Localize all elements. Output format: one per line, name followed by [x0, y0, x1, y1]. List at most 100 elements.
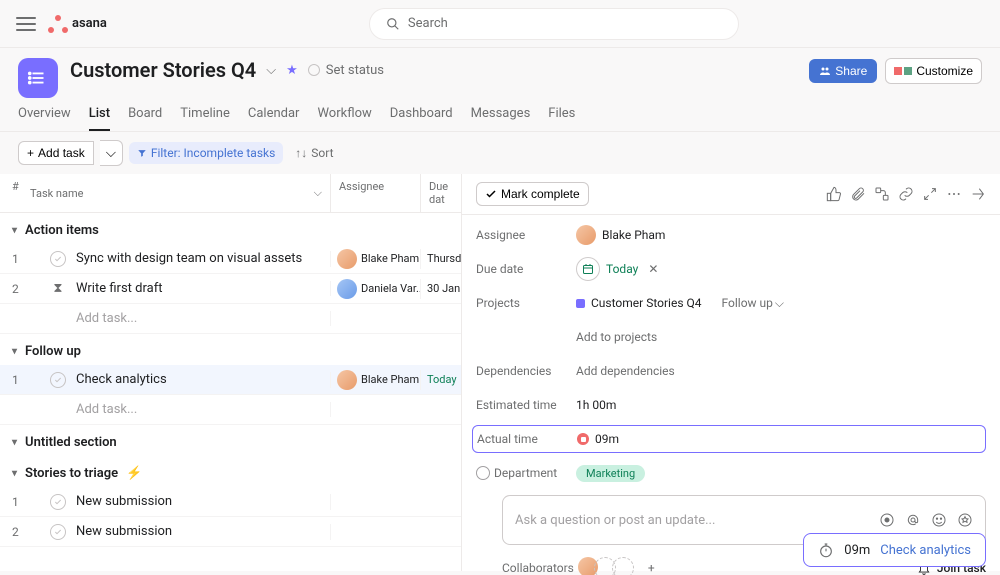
avatar [337, 370, 357, 390]
tab-messages[interactable]: Messages [471, 106, 531, 131]
task-name: New submission [76, 524, 172, 539]
set-status-button[interactable]: Set status [308, 63, 384, 78]
department-tag[interactable]: Marketing [576, 465, 645, 482]
add-to-projects[interactable]: Add to projects [576, 330, 657, 344]
task-row[interactable]: 1 New submission [0, 487, 461, 517]
collaborators-label: Collaborators [502, 561, 574, 575]
row-number: 1 [0, 373, 30, 387]
add-task-row[interactable]: Add task... [0, 395, 461, 425]
collapse-icon: ▾ [12, 437, 17, 448]
emoji-icon[interactable] [931, 512, 947, 528]
chevron-down-icon[interactable]: ⌵ [266, 63, 276, 78]
due-date: 30 Jan [421, 282, 461, 295]
hourglass-icon: ⧗ [50, 281, 66, 296]
complete-checkbox[interactable] [50, 524, 66, 540]
actual-time-value[interactable]: 09m [577, 432, 619, 446]
task-list-pane: # Task name⌵ Assignee Due dat ▾Action it… [0, 174, 462, 571]
complete-checkbox[interactable] [50, 494, 66, 510]
assignee-name: Blake Pham [361, 252, 419, 265]
tab-list[interactable]: List [89, 106, 110, 131]
mark-complete-button[interactable]: Mark complete [476, 182, 589, 206]
customize-button[interactable]: Customize [885, 58, 982, 84]
task-row[interactable]: 1 Sync with design team on visual assets… [0, 244, 461, 274]
label-dependencies: Dependencies [476, 364, 576, 378]
asana-dots-icon [48, 15, 68, 33]
chevron-down-icon[interactable]: ⌵ [314, 186, 322, 200]
attach-icon[interactable] [850, 186, 866, 202]
avatar-placeholder[interactable] [612, 557, 634, 575]
record-icon [577, 433, 589, 445]
task-row[interactable]: 2 New submission [0, 517, 461, 547]
section-dropdown[interactable]: Follow up ⌵ [722, 296, 785, 311]
section-name: Untitled section [25, 435, 117, 450]
complete-checkbox[interactable] [50, 372, 66, 388]
row-number: 1 [0, 252, 30, 266]
col-assignee: Assignee [331, 174, 421, 212]
project-tabs: Overview List Board Timeline Calendar Wo… [0, 98, 1000, 132]
label-estimated: Estimated time [476, 398, 576, 412]
section-name: Stories to triage [25, 466, 118, 481]
timer-value: 09m [844, 543, 870, 558]
add-collaborator[interactable]: + [648, 561, 655, 575]
tab-timeline[interactable]: Timeline [180, 106, 230, 131]
section-header[interactable]: ▾ Untitled section [0, 425, 461, 456]
tab-board[interactable]: Board [128, 106, 162, 131]
assignee-value[interactable]: Blake Pham [576, 225, 665, 245]
collapse-icon: ▾ [12, 346, 17, 357]
timer-task-link[interactable]: Check analytics [880, 543, 971, 558]
tab-files[interactable]: Files [548, 106, 575, 131]
add-task-row[interactable]: Add task... [0, 304, 461, 334]
estimated-value[interactable]: 1h 00m [576, 398, 616, 412]
task-detail-pane: Mark complete Assignee Blake Pham Due da… [462, 174, 1000, 571]
stopwatch-icon [818, 542, 834, 558]
logo[interactable]: asana [48, 15, 107, 33]
section-name: Follow up [25, 344, 81, 359]
mention-icon[interactable] [905, 512, 921, 528]
filter-pill[interactable]: Filter: Incomplete tasks [129, 142, 283, 164]
share-button[interactable]: Share [809, 59, 877, 83]
duedate-value[interactable]: Today ✕ [576, 257, 658, 281]
sort-button[interactable]: ↑↓ Sort [295, 146, 333, 160]
like-icon[interactable] [826, 186, 842, 202]
bolt-icon: ⚡ [126, 466, 142, 481]
link-icon[interactable] [898, 186, 914, 202]
label-projects: Projects [476, 296, 576, 310]
task-row[interactable]: 2 ⧗Write first draft Daniela Var... 30 J… [0, 274, 461, 304]
appreciation-icon[interactable] [957, 512, 973, 528]
label-duedate: Due date [476, 262, 576, 276]
assignee-name: Blake Pham [361, 373, 419, 386]
more-icon[interactable] [946, 186, 962, 202]
menu-icon[interactable] [16, 17, 36, 31]
project-chip[interactable]: Customer Stories Q4 [576, 296, 702, 310]
star-icon[interactable]: ★ [286, 63, 298, 78]
col-number: # [0, 174, 30, 212]
section-header[interactable]: ▾ Stories to triage ⚡ [0, 456, 461, 487]
section-name: Action items [25, 223, 99, 238]
search-icon [386, 17, 400, 31]
search-input[interactable]: Search [369, 8, 739, 40]
row-number: 2 [0, 525, 30, 539]
task-name: Sync with design team on visual assets [76, 251, 302, 266]
expand-icon[interactable] [922, 186, 938, 202]
tab-workflow[interactable]: Workflow [317, 106, 371, 131]
tab-dashboard[interactable]: Dashboard [390, 106, 453, 131]
col-duedate: Due dat [421, 174, 461, 212]
add-task-button[interactable]: + Add task [18, 141, 94, 165]
add-dependencies[interactable]: Add dependencies [576, 364, 675, 378]
section-header[interactable]: ▾Action items [0, 213, 461, 244]
tab-calendar[interactable]: Calendar [248, 106, 300, 131]
tab-overview[interactable]: Overview [18, 106, 71, 131]
avatar [576, 225, 596, 245]
task-row[interactable]: 1 Check analytics Blake Pham Today [0, 365, 461, 395]
collapse-icon: ▾ [12, 468, 17, 479]
subtask-icon[interactable] [874, 186, 890, 202]
complete-checkbox[interactable] [50, 251, 66, 267]
close-panel-icon[interactable] [970, 186, 986, 202]
record-video-icon[interactable] [879, 512, 895, 528]
add-task-caret[interactable]: ⌵ [100, 140, 123, 166]
clear-duedate[interactable]: ✕ [648, 262, 658, 276]
timer-widget[interactable]: 09m Check analytics [803, 533, 986, 567]
status-circle-icon [308, 64, 320, 76]
label-department: Department [494, 466, 557, 480]
section-header[interactable]: ▾ Follow up [0, 334, 461, 365]
